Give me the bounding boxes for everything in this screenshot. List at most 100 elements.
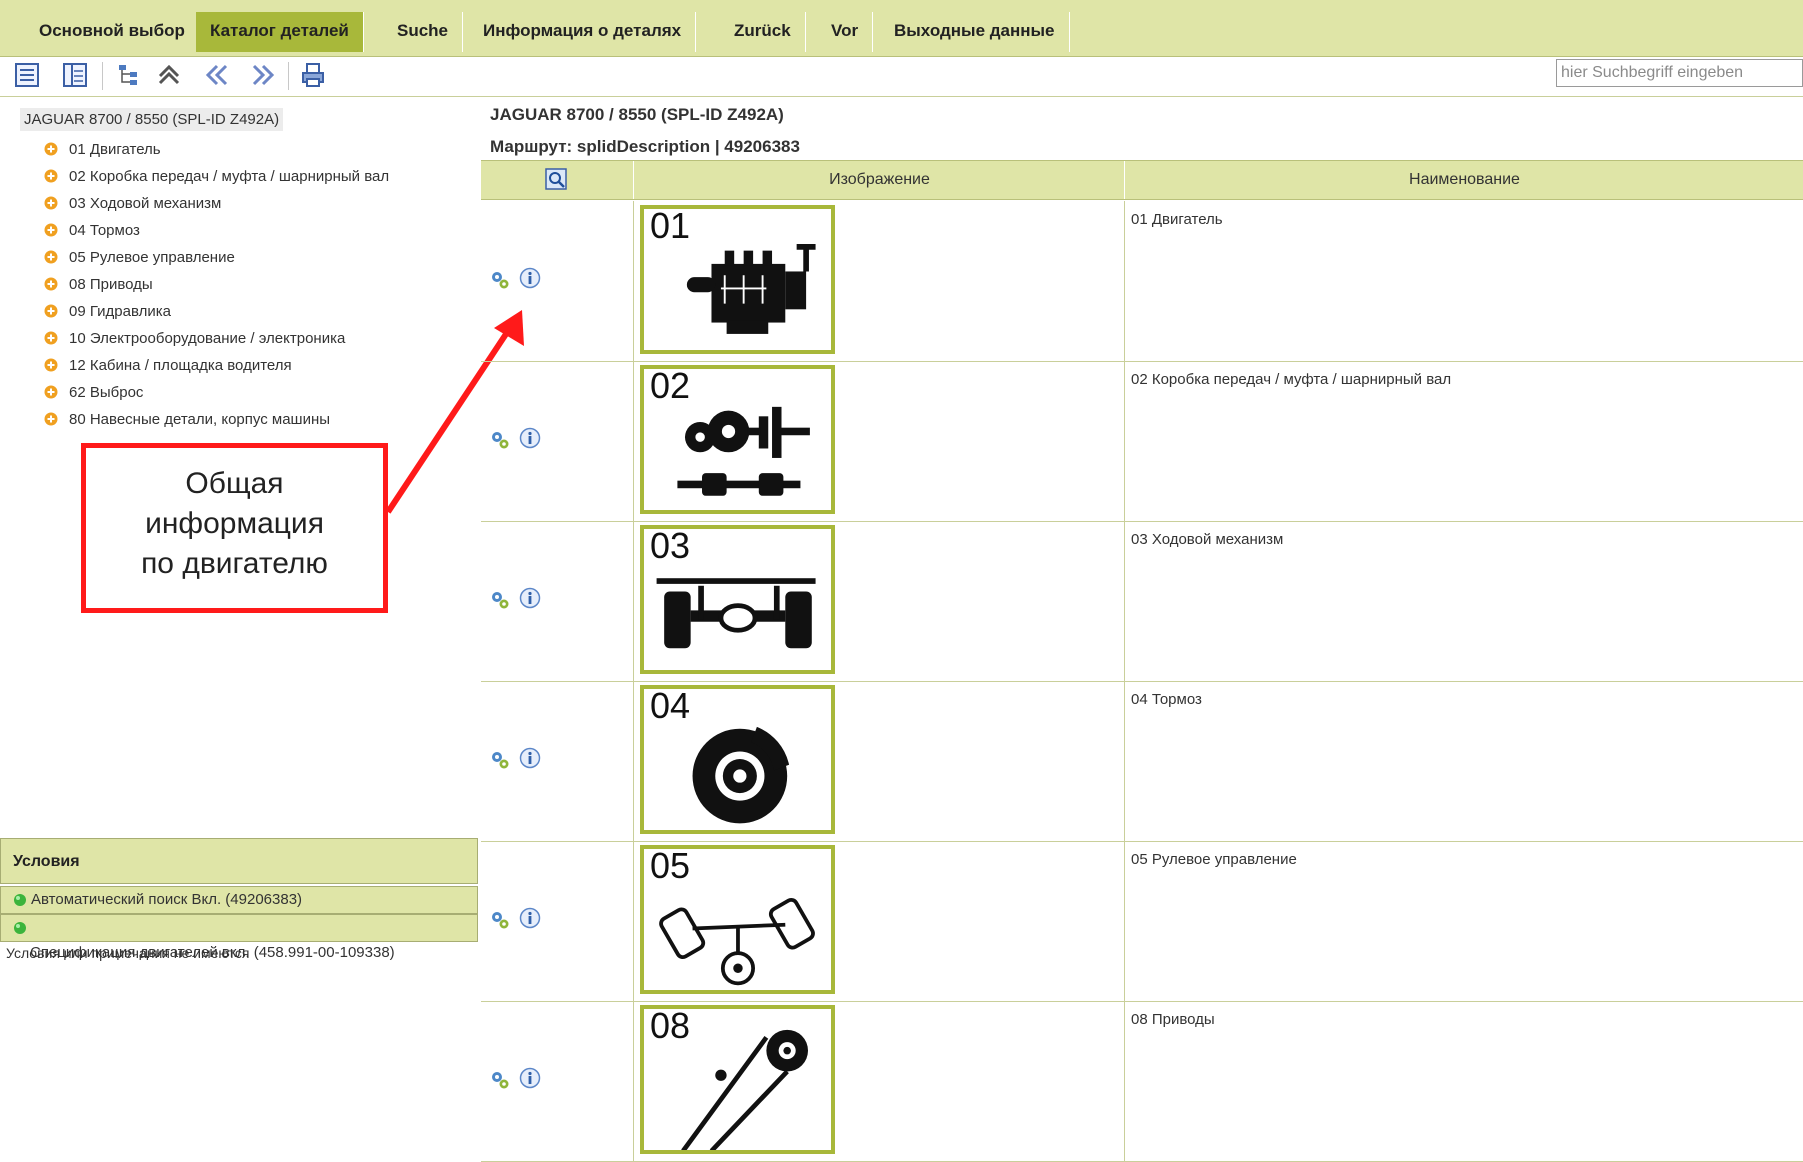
row-name-cell: 02 Коробка передач / муфта / шарнирный в… <box>1124 361 1803 521</box>
menu-forward[interactable]: Vor <box>817 12 874 52</box>
info-icon[interactable] <box>519 907 541 929</box>
tree-item-label: 05 Рулевое управление <box>69 249 235 266</box>
row-name-cell: 05 Рулевое управление <box>1124 841 1803 1001</box>
toolbar-separator <box>102 62 103 90</box>
menu-search[interactable]: Suche <box>383 12 464 52</box>
up-level-icon[interactable] <box>156 62 182 88</box>
info-icon[interactable] <box>519 1067 541 1089</box>
condition-label: Автоматический поиск Вкл. (49206383) <box>31 891 303 908</box>
menu-imprint[interactable]: Выходные данные <box>880 12 1070 52</box>
row-actions-cell <box>481 201 633 361</box>
tree-item-label: 10 Электрооборудование / электроника <box>69 330 346 347</box>
group-number: 03 <box>650 525 691 566</box>
table-row[interactable]: 02 02 Коробка передач / муфта / шарнирный… <box>481 361 1803 522</box>
search-input[interactable] <box>1556 59 1803 87</box>
tree-structure-icon[interactable] <box>116 62 142 88</box>
tree-item-label: 62 Выброс <box>69 384 144 401</box>
page-title: JAGUAR 8700 / 8550 (SPL-ID Z492A) <box>490 105 784 124</box>
condition-row[interactable]: Автоматический поиск Вкл. (49206383) <box>0 886 478 914</box>
info-icon[interactable] <box>519 587 541 609</box>
tree-root-jaguar[interactable]: JAGUAR 8700 / 8550 (SPL-ID Z492A) <box>20 108 284 131</box>
green-status-icon <box>14 922 26 934</box>
row-actions-cell <box>481 841 633 1001</box>
table-row[interactable]: 08 08 Приводы <box>481 1001 1803 1162</box>
row-name-cell: 03 Ходовой механизм <box>1124 521 1803 681</box>
breadcrumb-route: Маршрут: splidDescription | 49206383 <box>490 137 800 156</box>
menu-back[interactable]: Zurück <box>720 12 806 52</box>
group-thumbnail[interactable]: 05 <box>640 845 835 994</box>
expand-plus-icon[interactable] <box>44 223 58 237</box>
group-name[interactable]: 08 Приводы <box>1131 1011 1215 1028</box>
gears-icon[interactable] <box>489 1069 511 1091</box>
group-thumbnail[interactable]: 04 <box>640 685 835 834</box>
list-view-icon[interactable] <box>14 62 40 88</box>
expand-plus-icon[interactable] <box>44 169 58 183</box>
column-image[interactable]: Изображение <box>633 161 1125 199</box>
group-thumbnail[interactable]: 08 <box>640 1005 835 1154</box>
row-actions-cell <box>481 361 633 521</box>
group-name[interactable]: 02 Коробка передач / муфта / шарнирный в… <box>1131 371 1451 388</box>
condition-row[interactable] <box>0 914 478 942</box>
table-row[interactable]: 03 03 Ходовой механизм <box>481 521 1803 682</box>
gears-icon[interactable] <box>489 269 511 291</box>
table-row[interactable]: 05 05 Рулевое управление <box>481 841 1803 1002</box>
gears-icon[interactable] <box>489 429 511 451</box>
tree-item-label: 12 Кабина / площадка водителя <box>69 357 292 374</box>
expand-plus-icon[interactable] <box>44 142 58 156</box>
row-name-cell: 08 Приводы <box>1124 1001 1803 1161</box>
table-row[interactable]: 01 01 Двигатель <box>481 201 1803 362</box>
row-image-cell: 04 <box>633 681 1125 841</box>
back-double-icon[interactable] <box>204 62 230 88</box>
expand-plus-icon[interactable] <box>44 412 58 426</box>
column-name[interactable]: Наименование <box>1124 161 1803 199</box>
group-thumbnail[interactable]: 01 <box>640 205 835 354</box>
group-thumbnail[interactable]: 03 <box>640 525 835 674</box>
menu-parts-info[interactable]: Информация о деталях <box>469 12 697 52</box>
row-image-cell: 05 <box>633 841 1125 1001</box>
annotation-line-1: Общая <box>185 467 284 500</box>
group-number: 05 <box>650 845 691 886</box>
row-actions-cell <box>481 681 633 841</box>
expand-plus-icon[interactable] <box>44 250 58 264</box>
gears-icon[interactable] <box>489 749 511 771</box>
menu-parts-catalog[interactable]: Каталог деталей <box>196 12 364 52</box>
print-icon[interactable] <box>300 62 326 88</box>
gears-icon[interactable] <box>489 589 511 611</box>
detail-view-icon[interactable] <box>62 62 88 88</box>
row-actions-cell <box>481 521 633 681</box>
group-number: 08 <box>650 1005 691 1046</box>
group-name[interactable]: 01 Двигатель <box>1131 211 1223 228</box>
expand-plus-icon[interactable] <box>44 196 58 210</box>
group-name[interactable]: 04 Тормоз <box>1131 691 1202 708</box>
info-icon[interactable] <box>519 267 541 289</box>
expand-plus-icon[interactable] <box>44 385 58 399</box>
table-row[interactable]: 04 04 Тормоз <box>481 681 1803 842</box>
tree-item-label: 09 Гидравлика <box>69 303 171 320</box>
forward-double-icon[interactable] <box>250 62 276 88</box>
annotation-line-3: по двигателю <box>141 547 328 580</box>
group-thumbnail[interactable]: 02 <box>640 365 835 514</box>
table-header: Изображение Наименование <box>481 160 1803 200</box>
group-number: 01 <box>650 205 691 246</box>
info-icon[interactable] <box>519 427 541 449</box>
group-name[interactable]: 03 Ходовой механизм <box>1131 531 1283 548</box>
annotation-line-2: информация <box>145 507 324 540</box>
tree-item-label: 02 Коробка передач / муфта / шарнирный в… <box>69 168 390 185</box>
expand-plus-icon[interactable] <box>44 358 58 372</box>
expand-plus-icon[interactable] <box>44 331 58 345</box>
preview-magnifier-icon[interactable] <box>544 167 568 191</box>
menu-main-selection[interactable]: Основной выбор <box>25 12 200 52</box>
column-preview[interactable] <box>481 161 633 199</box>
tree-item-label: 80 Навесные детали, корпус машины <box>69 411 331 428</box>
conditions-header: Условия <box>0 838 478 884</box>
expand-plus-icon[interactable] <box>44 304 58 318</box>
gears-icon[interactable] <box>489 909 511 931</box>
group-number: 02 <box>650 365 691 406</box>
tree-item-label: 04 Тормоз <box>69 222 140 239</box>
group-name[interactable]: 05 Рулевое управление <box>1131 851 1297 868</box>
row-actions-cell <box>481 1001 633 1161</box>
info-icon[interactable] <box>519 747 541 769</box>
group-number: 04 <box>650 685 691 726</box>
expand-plus-icon[interactable] <box>44 277 58 291</box>
row-image-cell: 08 <box>633 1001 1125 1161</box>
